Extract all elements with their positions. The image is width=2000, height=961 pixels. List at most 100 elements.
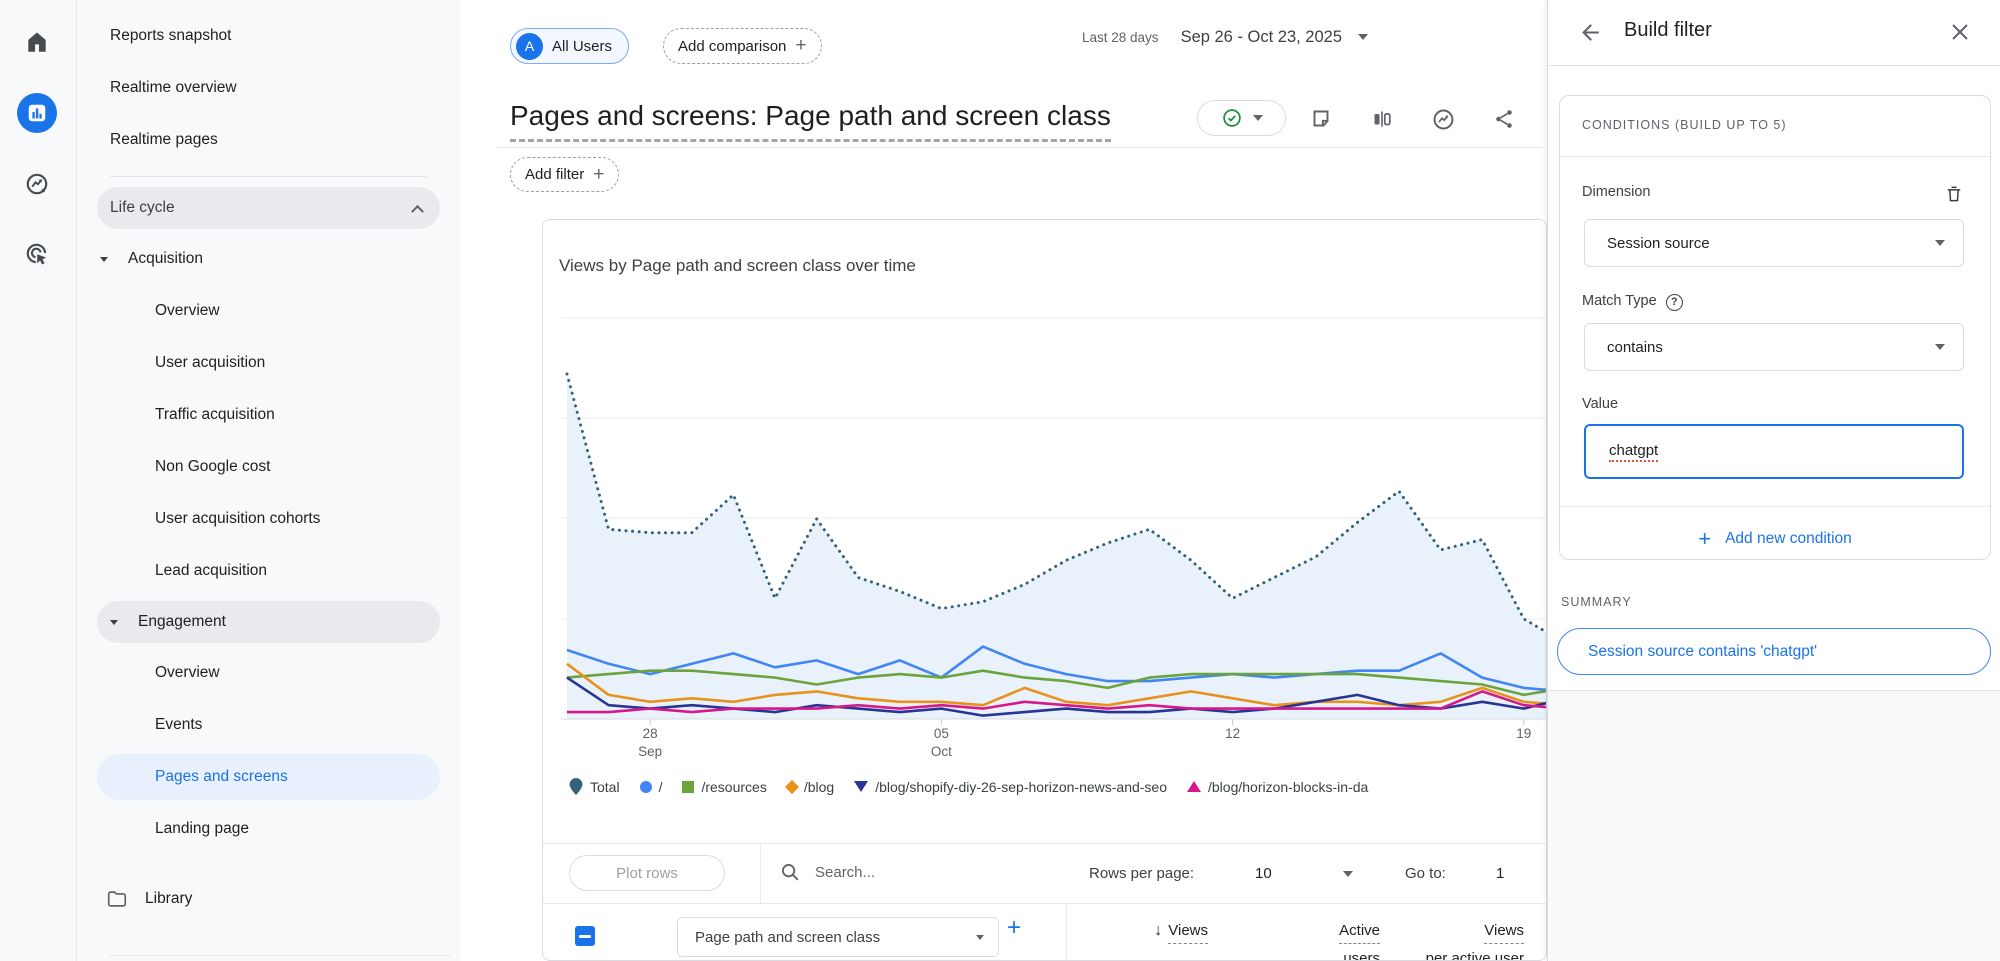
sidebar-item-label: Lead acquisition <box>155 562 267 580</box>
select-all-checkbox[interactable] <box>575 926 595 946</box>
sidebar-item-life-cycle[interactable]: Life cycle <box>97 187 440 229</box>
sidebar-item-label: Overview <box>155 664 220 682</box>
report-status-chip[interactable] <box>1197 100 1286 136</box>
match-type-dropdown-value: contains <box>1607 339 1663 356</box>
match-type-label: Match Type? <box>1582 293 1683 311</box>
column-header-active[interactable]: Activeusers <box>1220 922 1380 961</box>
value-input[interactable]: chatgpt <box>1584 424 1964 479</box>
square-marker-icon <box>682 781 694 793</box>
sidebar-item-acquisition[interactable]: Acquisition <box>77 233 460 285</box>
segment-avatar: A <box>516 33 543 60</box>
x-axis-label: 28Sep <box>638 725 662 761</box>
comparison-icon[interactable] <box>1369 106 1395 132</box>
home-icon[interactable] <box>17 22 57 62</box>
sidebar-item-pages-and-screens[interactable]: Pages and screens <box>97 754 440 800</box>
chevron-down-icon[interactable] <box>1343 871 1353 877</box>
sidebar-item-overview[interactable]: Overview <box>77 285 460 337</box>
notes-icon[interactable] <box>1308 106 1334 132</box>
panel-footer <box>1548 691 2000 961</box>
sidebar-item-label: Realtime overview <box>110 79 237 97</box>
sidebar-item-engagement[interactable]: Engagement <box>97 601 440 643</box>
value-input-text: chatgpt <box>1609 442 1658 462</box>
reports-sidenav: Reports snapshot Realtime overview Realtim… <box>77 0 460 961</box>
add-new-condition-button[interactable]: + Add new condition <box>1560 518 1990 560</box>
search-icon <box>779 861 801 883</box>
add-filter-button[interactable]: Add filter + <box>510 157 619 192</box>
summary-text: Session source contains 'chatgpt' <box>1588 643 1817 661</box>
date-range-picker[interactable]: Last 28 days Sep 26 - Oct 23, 2025 <box>1082 24 1368 50</box>
sidebar-item-traffic-acquisition[interactable]: Traffic acquisition <box>77 389 460 441</box>
advertising-icon[interactable] <box>17 234 57 274</box>
add-secondary-dimension-button[interactable]: + <box>1007 914 1021 942</box>
sidebar-item-label: Reports snapshot <box>110 27 232 45</box>
expand-triangle-icon <box>100 257 108 262</box>
sidebar-item-library[interactable]: Library <box>77 873 460 925</box>
add-filter-label: Add filter <box>525 166 584 183</box>
sidebar-item-label: Pages and screens <box>155 768 288 786</box>
expand-triangle-icon <box>110 620 118 625</box>
chevron-down-icon <box>1253 115 1263 121</box>
topbar-divider <box>497 147 1543 148</box>
plot-rows-button[interactable]: Plot rows <box>569 855 725 891</box>
views-over-time-chart <box>543 220 1547 740</box>
chevron-down-icon <box>1935 240 1945 246</box>
table-search[interactable]: Search... <box>779 861 875 883</box>
sidebar-item-non-google-cost[interactable]: Non Google cost <box>77 441 460 493</box>
sidebar-item-realtime-overview[interactable]: Realtime overview <box>77 62 460 114</box>
dimension-select[interactable]: Page path and screen class <box>677 917 999 957</box>
main-content: A All Users Add comparison + Last 28 day… <box>460 0 1547 961</box>
add-comparison-button[interactable]: Add comparison + <box>663 28 822 64</box>
reports-icon[interactable] <box>17 93 57 133</box>
delete-condition-icon[interactable] <box>1944 184 1964 209</box>
back-icon[interactable] <box>1578 20 1603 50</box>
rows-per-page-label: Rows per page: <box>1089 865 1194 882</box>
sidebar-item-overview[interactable]: Overview <box>77 647 460 699</box>
sidebar-item-label: Overview <box>155 302 220 320</box>
search-placeholder: Search... <box>815 864 875 881</box>
legend-label: /blog/shopify-diy-26-sep-horizon-news-an… <box>875 779 1167 795</box>
column-header-label: Views <box>1484 922 1524 944</box>
help-icon[interactable]: ? <box>1666 294 1683 311</box>
all-users-segment-chip[interactable]: A All Users <box>510 28 629 64</box>
conditions-header: CONDITIONS (BUILD UP TO 5) <box>1582 118 1787 132</box>
sidebar-item-lead-acquisition[interactable]: Lead acquisition <box>77 545 460 597</box>
sidebar-item-landing-page[interactable]: Landing page <box>77 803 460 855</box>
report-card: Views by Page path and screen class over… <box>542 219 1547 961</box>
sidebar-item-label: Realtime pages <box>110 131 218 149</box>
legend-label: /blog <box>804 779 834 795</box>
circle-marker-icon <box>640 781 652 793</box>
legend-item: Total <box>569 778 620 795</box>
page-title[interactable]: Pages and screens: Page path and screen … <box>510 100 1111 142</box>
dimension-dropdown-value: Session source <box>1607 235 1710 252</box>
sidebar-item-user-acquisition-cohorts[interactable]: User acquisition cohorts <box>77 493 460 545</box>
plus-icon: + <box>795 35 806 57</box>
match-type-dropdown[interactable]: contains <box>1584 323 1964 371</box>
sidebar-item-reports-snapshot[interactable]: Reports snapshot <box>77 10 460 62</box>
x-axis-label: 12 <box>1225 725 1240 743</box>
divider <box>543 843 1546 844</box>
divider <box>543 903 1546 904</box>
divider <box>1560 156 1990 157</box>
column-header-label2: per active user <box>1364 944 1524 961</box>
sidebar-item-user-acquisition[interactable]: User acquisition <box>77 337 460 389</box>
share-icon[interactable] <box>1491 106 1517 132</box>
chart-legend: Total / /resources/blog/blog/shopify-diy-2… <box>569 778 1368 795</box>
rows-per-page-value[interactable]: 10 <box>1255 865 1272 882</box>
dimension-label: Dimension <box>1582 184 1651 200</box>
column-header-views[interactable]: ↓Views <box>1048 922 1208 944</box>
legend-item: /resources <box>682 779 766 795</box>
dimension-dropdown[interactable]: Session source <box>1584 219 1964 267</box>
column-header-label2: users <box>1220 944 1380 961</box>
close-icon[interactable] <box>1948 20 1972 49</box>
sidebar-item-realtime-pages[interactable]: Realtime pages <box>77 114 460 166</box>
summary-chip[interactable]: Session source contains 'chatgpt' <box>1557 628 1991 675</box>
go-to-value[interactable]: 1 <box>1496 865 1504 882</box>
insights-icon[interactable] <box>1430 106 1456 132</box>
legend-label: Total <box>590 779 620 795</box>
chevron-down-icon <box>1358 34 1368 40</box>
legend-label: / <box>659 779 663 795</box>
sidebar-item-events[interactable]: Events <box>77 699 460 751</box>
column-header-views[interactable]: Viewsper active user <box>1364 922 1524 961</box>
explore-icon[interactable] <box>17 164 57 204</box>
go-to-label: Go to: <box>1405 865 1446 882</box>
